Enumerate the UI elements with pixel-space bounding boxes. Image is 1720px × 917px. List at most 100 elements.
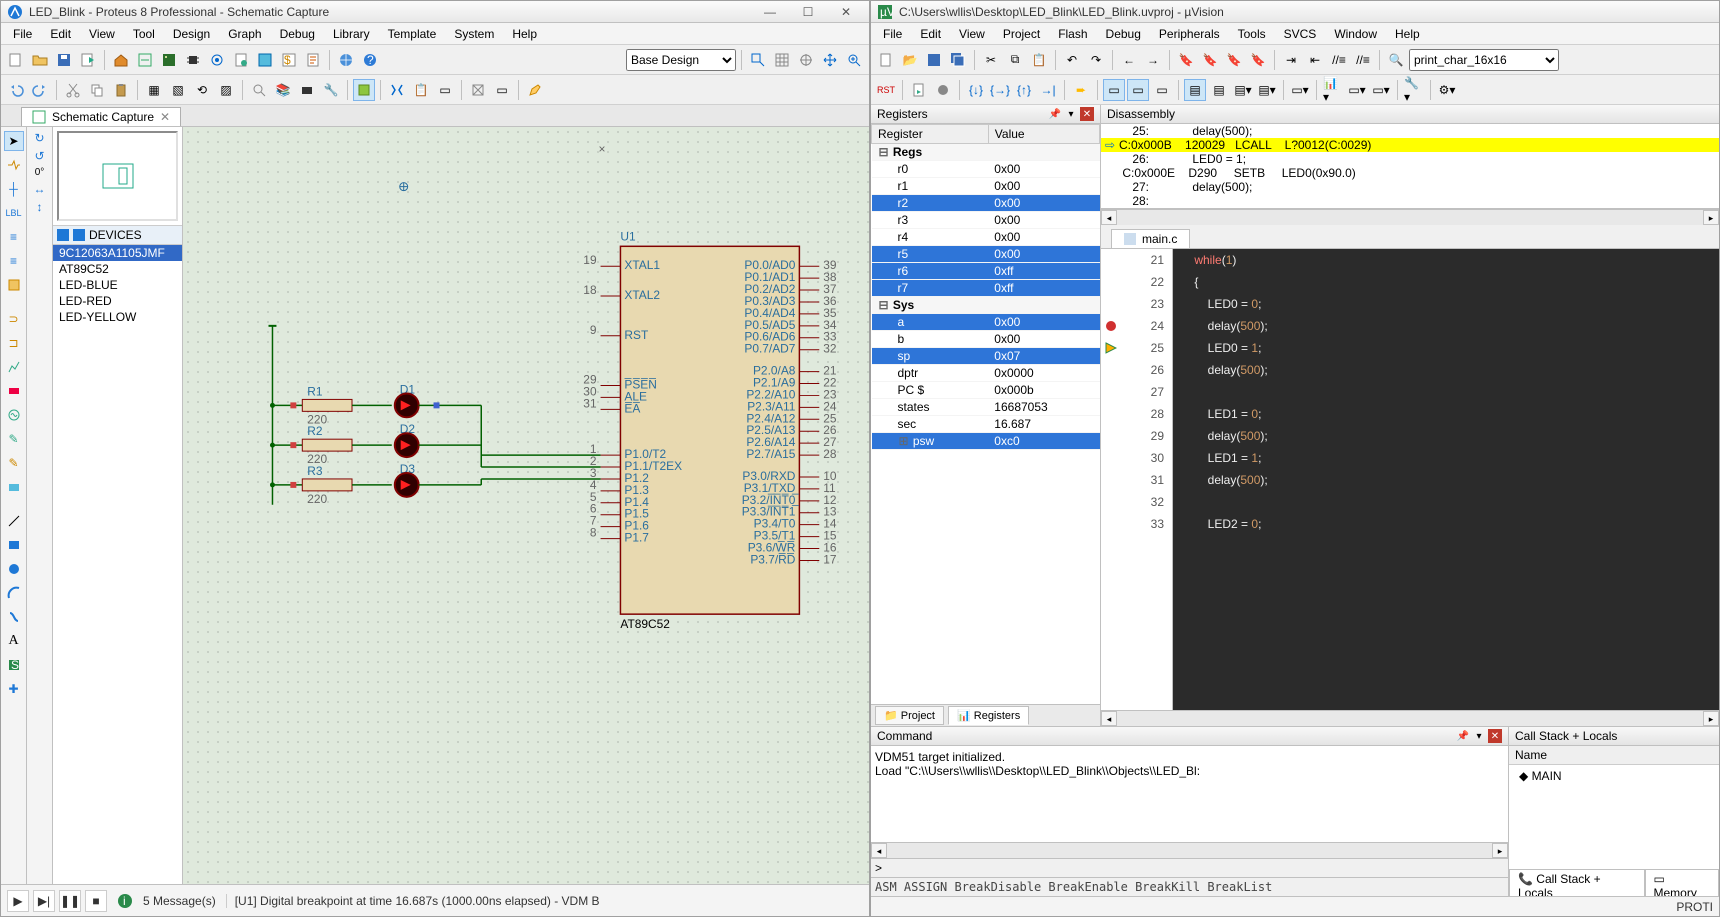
path-tool-icon[interactable] xyxy=(4,607,24,627)
erc-icon[interactable]: ▭ xyxy=(434,79,456,101)
new-file-icon[interactable] xyxy=(875,49,897,71)
device-list[interactable]: 9C12063A1105JMFAT89C52LED-BLUELED-REDLED… xyxy=(53,245,182,884)
dropdown-icon[interactable]: ▾ xyxy=(1472,729,1486,743)
reg-row[interactable]: r70xff xyxy=(872,280,1100,297)
open-icon[interactable] xyxy=(29,49,51,71)
trace-icon[interactable]: ▭▾ xyxy=(1346,79,1368,101)
instrument-tool-icon[interactable] xyxy=(4,477,24,497)
code-line[interactable]: LED2 = 0; xyxy=(1181,513,1711,535)
registers-win-icon[interactable]: ▤ xyxy=(1184,79,1206,101)
block-copy-icon[interactable]: ▦ xyxy=(143,79,165,101)
gutter-line[interactable]: 22 xyxy=(1101,271,1172,293)
command-input[interactable]: > xyxy=(871,858,1508,877)
registers-table[interactable]: RegisterValue ⊟ Regsr00x00r10x00r20x00r3… xyxy=(871,124,1100,704)
edit-icon[interactable] xyxy=(524,79,546,101)
layers-icon[interactable]: $ xyxy=(278,49,300,71)
paste2-icon[interactable]: 📋 xyxy=(1028,49,1050,71)
code-line[interactable] xyxy=(1181,491,1711,513)
device-item[interactable]: LED-RED xyxy=(53,293,182,309)
editor-gutter[interactable]: 21222324252627282930313233 xyxy=(1101,249,1173,710)
save-icon[interactable] xyxy=(53,49,75,71)
drc-icon[interactable] xyxy=(254,49,276,71)
undo-icon[interactable] xyxy=(5,79,27,101)
menu-view[interactable]: View xyxy=(951,25,993,43)
reg-group[interactable]: ⊟ Regs xyxy=(872,144,1100,161)
code-line[interactable]: LED1 = 1; xyxy=(1181,447,1711,469)
component-tool-icon[interactable] xyxy=(4,155,24,175)
block-rotate-icon[interactable]: ⟲ xyxy=(191,79,213,101)
menu-window[interactable]: Window xyxy=(1326,25,1385,43)
generator-tool-icon[interactable] xyxy=(4,405,24,425)
library-icon[interactable]: 📚 xyxy=(272,79,294,101)
nav-fwd-icon[interactable]: → xyxy=(1142,49,1164,71)
gutter-line[interactable]: 32 xyxy=(1101,491,1172,513)
menu-debug[interactable]: Debug xyxy=(272,25,323,43)
marker-tool-icon[interactable]: ✚ xyxy=(4,679,24,699)
open-file-icon[interactable]: 📂 xyxy=(899,49,921,71)
disasm-hscroll[interactable]: ◂▸ xyxy=(1101,209,1719,225)
bus-tool-icon[interactable]: ≡ xyxy=(4,251,24,271)
copy2-icon[interactable]: ⧉ xyxy=(1004,49,1026,71)
sim-step-icon[interactable]: ▶| xyxy=(33,890,55,912)
code-line[interactable]: LED0 = 1; xyxy=(1181,337,1711,359)
run-to-cursor-icon[interactable]: →| xyxy=(1037,79,1059,101)
undo2-icon[interactable]: ↶ xyxy=(1061,49,1083,71)
gutter-line[interactable]: 33 xyxy=(1101,513,1172,535)
comment-icon[interactable]: //≡ xyxy=(1328,49,1350,71)
menu-file[interactable]: File xyxy=(5,25,40,43)
design-selector[interactable]: Base Design xyxy=(626,49,736,71)
reg-group[interactable]: ⊟ Sys xyxy=(872,297,1100,314)
block-move-icon[interactable]: ▧ xyxy=(167,79,189,101)
pick-icon[interactable] xyxy=(248,79,270,101)
menu-edit[interactable]: Edit xyxy=(912,25,949,43)
reg-row[interactable]: states16687053 xyxy=(872,399,1100,416)
gutter-line[interactable]: 29 xyxy=(1101,425,1172,447)
proteus-max-button[interactable]: ☐ xyxy=(791,5,825,19)
sim-stop-icon[interactable]: ■ xyxy=(85,890,107,912)
system-viewer-icon[interactable]: ▭▾ xyxy=(1370,79,1392,101)
reg-row[interactable]: b0x00 xyxy=(872,331,1100,348)
menu-template[interactable]: Template xyxy=(380,25,445,43)
stop-icon[interactable] xyxy=(932,79,954,101)
analyzer-icon[interactable]: 📊▾ xyxy=(1322,79,1344,101)
gutter-line[interactable]: 25 xyxy=(1101,337,1172,359)
pointer-tool-icon[interactable]: ➤ xyxy=(4,131,24,151)
bookmark-clear-icon[interactable]: 🔖 xyxy=(1247,49,1269,71)
gutter-line[interactable]: 26 xyxy=(1101,359,1172,381)
reg-row[interactable]: r20x00 xyxy=(872,195,1100,212)
close-project-icon[interactable] xyxy=(77,49,99,71)
menu-svcs[interactable]: SVCS xyxy=(1276,25,1325,43)
wrench-icon[interactable]: 🔧 xyxy=(320,79,342,101)
menu-file[interactable]: File xyxy=(875,25,910,43)
menu-debug[interactable]: Debug xyxy=(1098,25,1149,43)
debug-settings-icon[interactable]: ⚙▾ xyxy=(1436,79,1458,101)
select-mode-icon[interactable] xyxy=(353,79,375,101)
pin-icon[interactable]: 📌 xyxy=(1048,107,1062,121)
schematic-icon[interactable] xyxy=(134,49,156,71)
exclude-icon[interactable] xyxy=(467,79,489,101)
reg-row[interactable]: r50x00 xyxy=(872,246,1100,263)
arc-tool-icon[interactable] xyxy=(4,583,24,603)
report-icon[interactable] xyxy=(302,49,324,71)
reg-row[interactable]: PC $0x000b xyxy=(872,382,1100,399)
save-file-icon[interactable] xyxy=(923,49,945,71)
watch-win-icon[interactable]: ▤▾ xyxy=(1232,79,1254,101)
menu-peripherals[interactable]: Peripherals xyxy=(1151,25,1228,43)
device-item[interactable]: LED-BLUE xyxy=(53,277,182,293)
l-icon[interactable] xyxy=(73,229,85,241)
reg-row[interactable]: r60xff xyxy=(872,263,1100,280)
pan-icon[interactable] xyxy=(819,49,841,71)
sim-pause-icon[interactable]: ❚❚ xyxy=(59,890,81,912)
config-combo[interactable]: print_char_16x16 xyxy=(1409,49,1559,71)
memory-win-icon[interactable]: ▤▾ xyxy=(1256,79,1278,101)
menu-edit[interactable]: Edit xyxy=(42,25,79,43)
line-tool-icon[interactable] xyxy=(4,511,24,531)
menu-design[interactable]: Design xyxy=(165,25,218,43)
box-tool-icon[interactable] xyxy=(4,535,24,555)
reg-row[interactable]: sp0x07 xyxy=(872,348,1100,365)
disasm-line[interactable]: 26: LED0 = 1; xyxy=(1101,152,1719,166)
rot-ccw-icon[interactable]: ↺ xyxy=(34,149,44,163)
home-icon[interactable] xyxy=(110,49,132,71)
disasm-line[interactable]: ⇨C:0x000B 120029 LCALL L?0012(C:0029) xyxy=(1101,138,1719,152)
probe-v-tool-icon[interactable]: ✎ xyxy=(4,429,24,449)
